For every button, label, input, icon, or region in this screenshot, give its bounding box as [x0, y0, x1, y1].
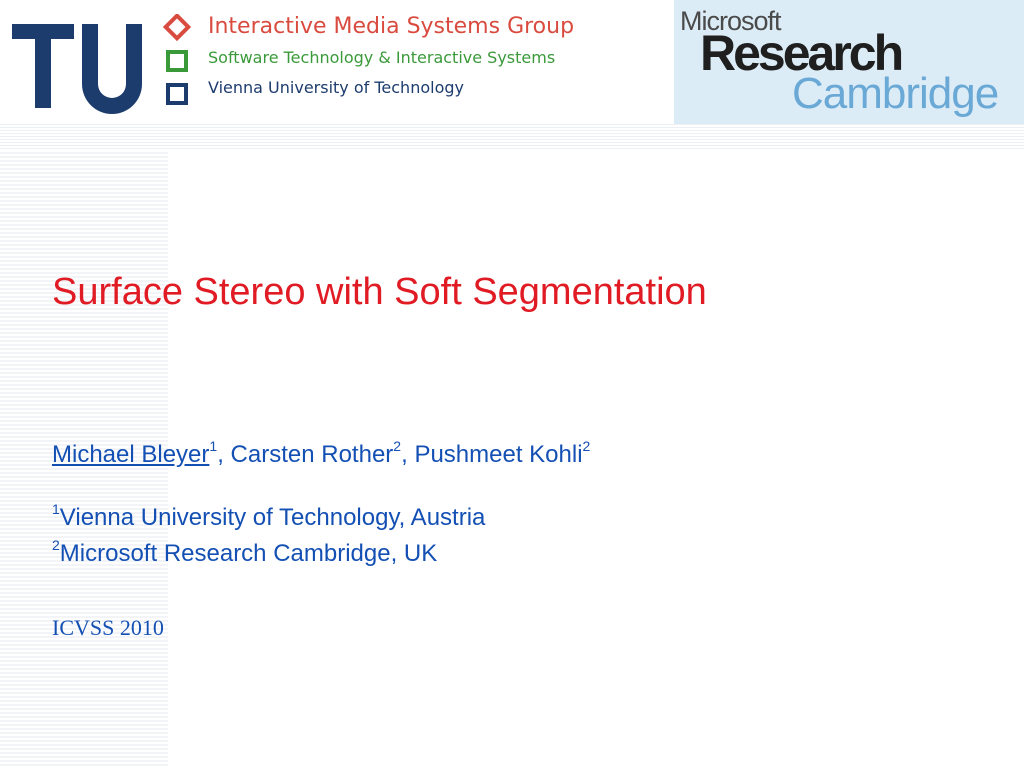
slide-title: Surface Stereo with Soft Segmentation [52, 271, 707, 313]
event-label: ICVSS 2010 [52, 615, 164, 640]
author-line: Michael Bleyer1, Carsten Rother2, Pushme… [52, 438, 591, 470]
affiliation-sup-2: 2 [52, 537, 60, 553]
affiliation-sup-1: 1 [52, 501, 60, 517]
group-squares-icon [160, 12, 200, 119]
author-rother: Carsten Rother [230, 441, 394, 468]
author-sup-2: 2 [393, 438, 402, 454]
author-link-bleyer[interactable]: Michael Bleyer [52, 441, 209, 468]
author-sup-1: 1 [209, 438, 218, 454]
ms-logo-cambridge: Cambridge [792, 69, 999, 118]
header-banner: Interactive Media Systems Group Software… [0, 0, 1024, 124]
affiliation-2: 2Microsoft Research Cambridge, UK [52, 537, 438, 569]
author-separator: , [217, 441, 231, 468]
author-sup-3: 2 [582, 438, 591, 454]
institute-name: Software Technology & Interactive System… [208, 48, 556, 67]
group-text-block: Interactive Media Systems Group Software… [208, 14, 574, 96]
tu-logo [8, 10, 148, 119]
author-kohli: Pushmeet Kohli [414, 441, 583, 468]
header-divider [0, 124, 1024, 150]
affiliation-text-1: Vienna University of Technology, Austria [59, 504, 486, 531]
university-name: Vienna University of Technology [208, 78, 464, 97]
affiliation-1: 1Vienna University of Technology, Austri… [52, 501, 486, 533]
affiliation-text-2: Microsoft Research Cambridge, UK [59, 540, 438, 567]
microsoft-research-logo: Microsoft Research Cambridge [674, 0, 1024, 124]
author-separator: , [401, 441, 415, 468]
group-name: Interactive Media Systems Group [208, 14, 575, 39]
